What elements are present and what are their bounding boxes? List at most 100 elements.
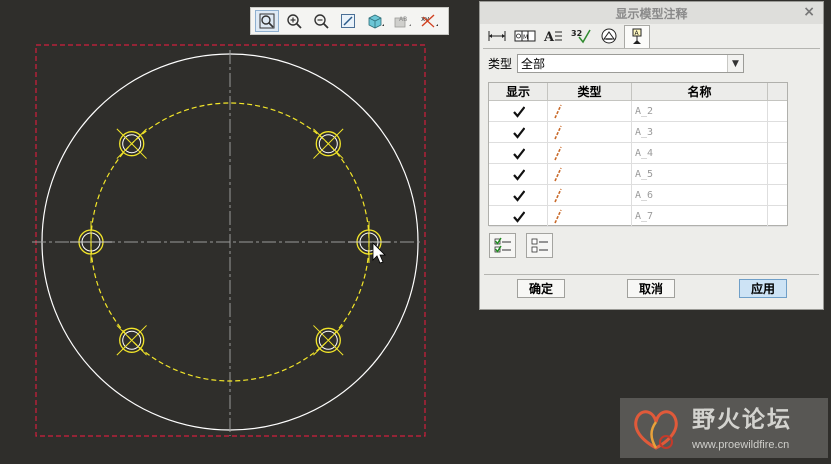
watermark: 野火论坛 www.proewildfire.cn: [620, 398, 828, 458]
bolt-hole: [70, 221, 112, 263]
saved-views-button[interactable]: AB: [390, 10, 414, 32]
column-header-type[interactable]: 类型: [548, 83, 632, 100]
type-cell: [548, 206, 632, 226]
chevron-down-icon[interactable]: ▼: [727, 55, 744, 72]
tab-notes[interactable]: A: [540, 25, 566, 47]
table-row[interactable]: A_4: [489, 143, 787, 164]
zoom-in-button[interactable]: [282, 10, 306, 32]
checkbox-checked-icon[interactable]: [511, 188, 525, 202]
ok-button[interactable]: 确定: [517, 279, 565, 298]
mouse-cursor-icon: [372, 242, 386, 264]
type-cell: [548, 143, 632, 163]
datum-axis-type-icon: [554, 125, 562, 140]
type-cell: [548, 101, 632, 121]
name-cell: A_2: [632, 101, 768, 121]
saved-views-icon: AB: [394, 16, 411, 28]
bolt-hole: [116, 128, 147, 159]
table-body: A_2 A_3 A_4 A_5 A_6 A_7: [489, 101, 787, 227]
display-style-button[interactable]: [363, 10, 387, 32]
dialog-title: 显示模型注释: [615, 6, 688, 21]
table-row[interactable]: A_3: [489, 122, 787, 143]
type-label: 类型: [488, 57, 513, 71]
tab-datums[interactable]: A: [624, 25, 650, 49]
select-all-button[interactable]: [489, 233, 516, 258]
tab-symbols[interactable]: [596, 25, 622, 47]
zoom-fit-icon: [259, 13, 275, 29]
zoom-in-icon: [287, 14, 302, 29]
bolt-hole: [116, 325, 147, 356]
svg-text:A: A: [543, 30, 555, 44]
cancel-button[interactable]: 取消: [627, 279, 675, 298]
annotation-type-tabs: M A 32 A: [484, 25, 652, 49]
close-icon[interactable]: ×: [803, 4, 815, 20]
refit-button[interactable]: [255, 10, 279, 32]
type-cell: [548, 122, 632, 142]
watermark-url: www.proewildfire.cn: [692, 439, 790, 451]
type-filter-row: 类型 全部 ▼: [488, 54, 745, 73]
proewildfire-logo-icon: [634, 410, 678, 450]
table-row[interactable]: A_5: [489, 164, 787, 185]
show-cell: [489, 185, 548, 205]
table-row[interactable]: A_7: [489, 206, 787, 227]
show-cell: [489, 164, 548, 184]
dialog-button-bar: 确定 取消 应用: [484, 274, 819, 305]
shaded-cube-icon: [368, 14, 384, 29]
checkbox-checked-icon[interactable]: [511, 209, 525, 223]
tab-surface-finish[interactable]: 32: [568, 25, 594, 47]
datum-tab-icon: A: [632, 28, 642, 44]
tab-content: 类型 全部 ▼ 显示 类型 名称 A_2 A_3 A_4 A_5 A_6 A_7: [483, 48, 820, 274]
datum-axis-type-icon: [554, 188, 562, 203]
name-cell: A_3: [632, 122, 768, 142]
checkbox-checked-icon[interactable]: [511, 146, 525, 160]
datum-axis-type-icon: [554, 209, 562, 224]
column-header-show[interactable]: 显示: [489, 83, 548, 100]
show-cell: [489, 101, 548, 121]
type-cell: [548, 164, 632, 184]
repaint-button[interactable]: [336, 10, 360, 32]
checkbox-checked-icon[interactable]: [511, 167, 525, 181]
view-toolbar: AB xy: [250, 7, 449, 35]
column-header-name[interactable]: 名称: [632, 83, 768, 100]
gtol-tab-icon: M: [514, 30, 536, 42]
table-header: 显示 类型 名称: [489, 83, 787, 101]
annotation-display-button[interactable]: xy: [417, 10, 441, 32]
show-cell: [489, 206, 548, 226]
note-tab-icon: A: [543, 30, 562, 44]
checkbox-checked-icon[interactable]: [511, 125, 525, 139]
zoom-out-button[interactable]: [309, 10, 333, 32]
svg-text:32: 32: [571, 29, 582, 38]
apply-button[interactable]: 应用: [739, 279, 787, 298]
datum-axis-type-icon: [554, 146, 562, 161]
tab-geometric-tolerances[interactable]: M: [512, 25, 538, 47]
bolt-hole: [348, 221, 390, 263]
name-cell: A_6: [632, 185, 768, 205]
dimension-tab-icon: [488, 31, 506, 41]
type-select-value: 全部: [521, 57, 546, 71]
tab-dimensions[interactable]: [484, 25, 510, 47]
name-cell: A_5: [632, 164, 768, 184]
deselect-all-button[interactable]: [526, 233, 553, 258]
deselect-all-icon: [531, 238, 548, 252]
annotation-table: 显示 类型 名称 A_2 A_3 A_4 A_5 A_6 A_7: [488, 82, 788, 227]
annotation-display-icon: xy: [421, 14, 438, 28]
show-cell: [489, 143, 548, 163]
name-cell: A_7: [632, 206, 768, 226]
bolt-hole: [313, 128, 344, 159]
table-row[interactable]: A_2: [489, 101, 787, 122]
type-select[interactable]: 全部 ▼: [517, 54, 745, 73]
bolt-hole: [313, 325, 344, 356]
table-row[interactable]: A_6: [489, 185, 787, 206]
checkbox-checked-icon[interactable]: [511, 104, 525, 118]
watermark-title: 野火论坛: [692, 407, 792, 433]
dialog-titlebar: 显示模型注释 ×: [480, 2, 823, 24]
svg-text:M: M: [523, 34, 528, 41]
name-cell: A_4: [632, 143, 768, 163]
surface-finish-tab-icon: 32: [571, 29, 591, 44]
datum-axis-type-icon: [554, 104, 562, 119]
symbol-tab-icon: [601, 28, 617, 44]
show-cell: [489, 122, 548, 142]
svg-text:AB: AB: [399, 16, 407, 23]
type-cell: [548, 185, 632, 205]
select-all-icon: [494, 237, 511, 253]
datum-axis-type-icon: [554, 167, 562, 182]
